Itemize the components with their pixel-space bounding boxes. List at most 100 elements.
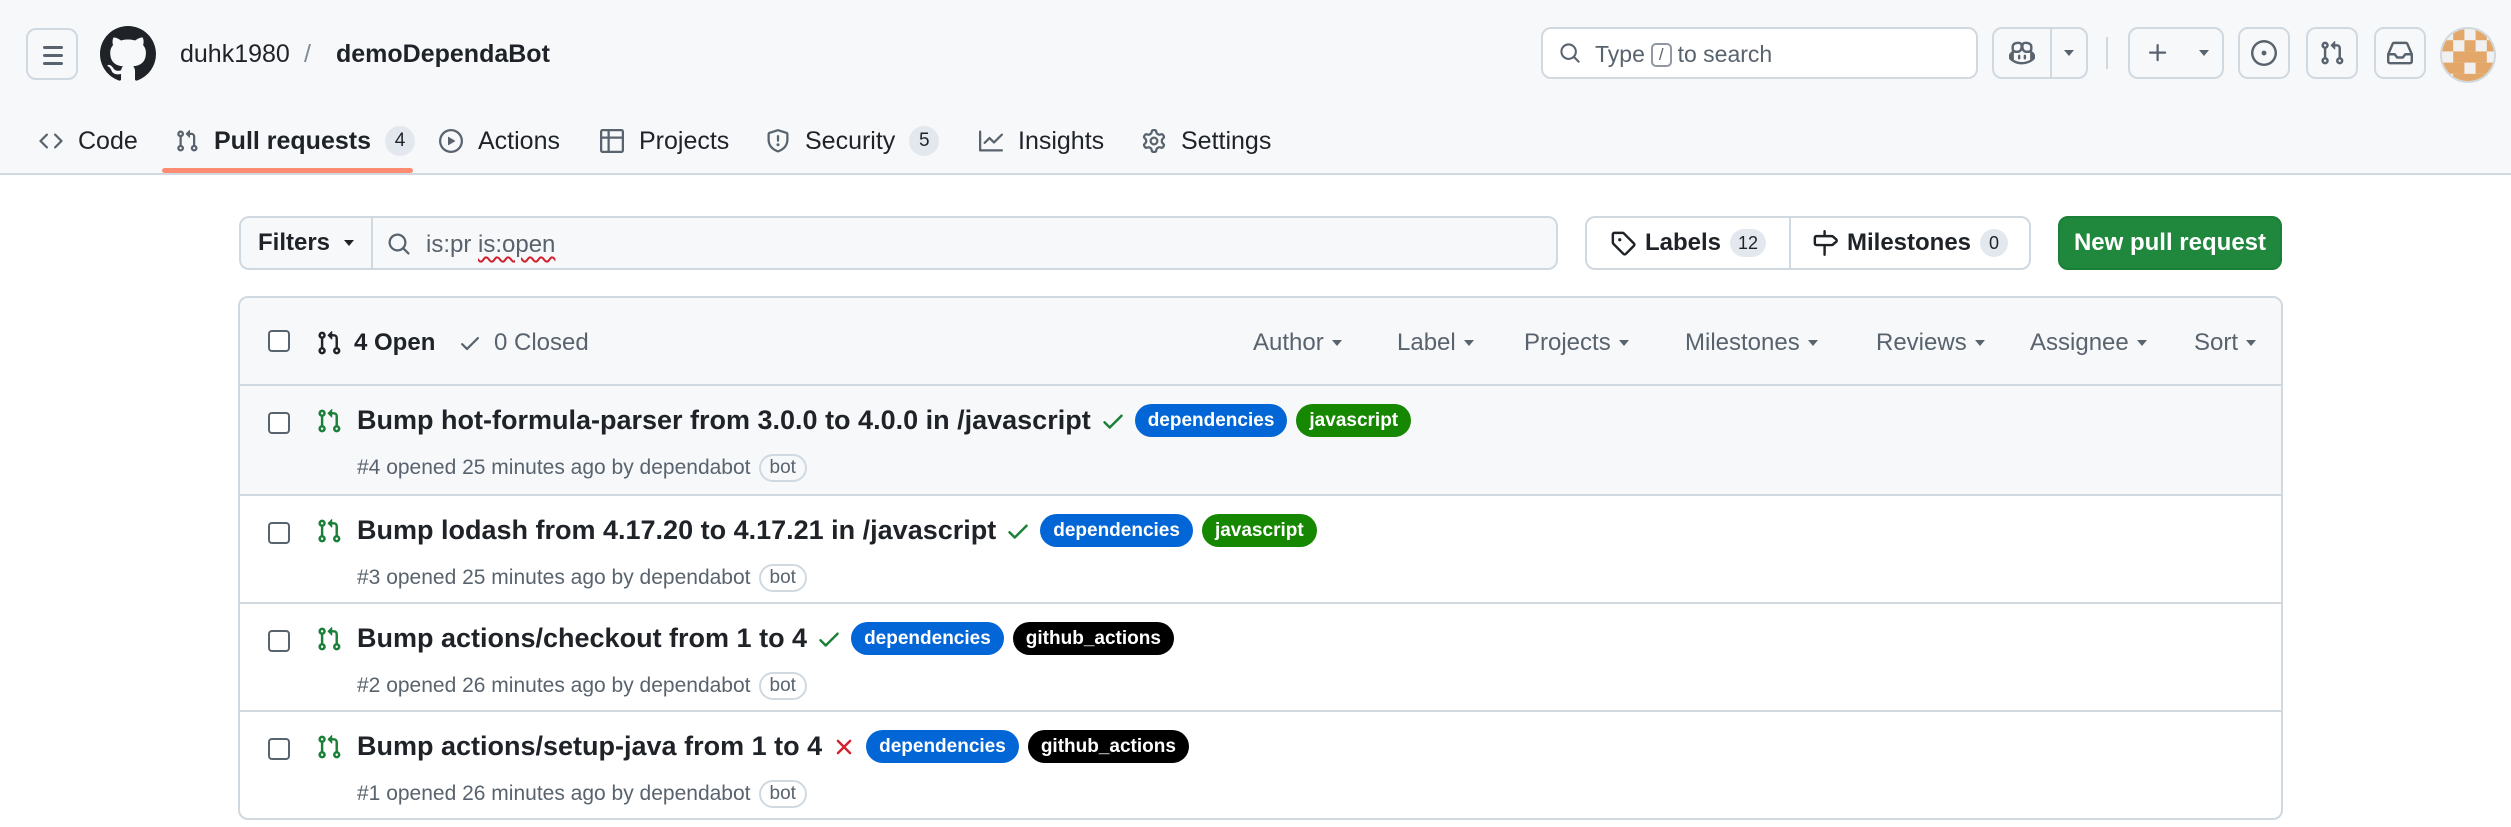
row-checkbox[interactable]	[268, 522, 290, 544]
table-row[interactable]: Bump hot-formula-parser from 3.0.0 to 4.…	[240, 386, 2281, 494]
tab-projects[interactable]: Projects	[599, 110, 729, 172]
owner-link[interactable]: duhk1980	[180, 39, 290, 69]
tab-pull-requests-label: Pull requests	[214, 126, 371, 155]
inbox-button[interactable]	[2374, 27, 2426, 79]
shield-icon	[765, 128, 791, 154]
search-input[interactable]: Type / to search	[1541, 27, 1978, 79]
issues-button[interactable]	[2238, 27, 2290, 79]
search-icon	[1560, 43, 1580, 63]
labels-milestones-group: Labels 12 Milestones 0	[1585, 216, 2031, 270]
search-icon	[388, 233, 410, 255]
create-caret	[2186, 29, 2222, 77]
select-all-checkbox[interactable]	[268, 330, 290, 352]
label-dependencies[interactable]: dependencies	[1040, 514, 1193, 547]
tab-security[interactable]: Security 5	[765, 110, 940, 172]
tab-insights[interactable]: Insights	[978, 110, 1104, 172]
table-row[interactable]: Bump lodash from 4.17.20 to 4.17.21 in /…	[240, 494, 2281, 602]
tab-actions-label: Actions	[478, 126, 560, 155]
assignee-filter-dropdown[interactable]: Assignee	[2030, 329, 2147, 357]
pr-meta-text: #3 opened 25 minutes ago by dependabot	[357, 566, 751, 589]
filter-search-input[interactable]: is:pr is:open	[371, 216, 1558, 270]
git-pull-request-icon	[318, 734, 341, 759]
tag-icon	[1611, 231, 1636, 256]
label-dependencies[interactable]: dependencies	[1134, 404, 1288, 437]
row-checkbox[interactable]	[268, 630, 290, 652]
label-filter-dropdown[interactable]: Label	[1397, 329, 1474, 357]
labels-button[interactable]: Labels 12	[1587, 218, 1789, 268]
row-checkbox[interactable]	[268, 738, 290, 760]
create-plus	[2130, 29, 2186, 77]
git-pull-request-icon	[318, 626, 341, 651]
x-icon[interactable]	[831, 734, 857, 760]
pr-title-line: Bump actions/checkout from 1 to 4 depende…	[357, 622, 1174, 655]
projects-filter-dropdown[interactable]: Projects	[1524, 329, 1629, 357]
git-pull-request-icon	[318, 518, 341, 543]
tab-security-label: Security	[805, 126, 896, 155]
label-github_actions[interactable]: github_actions	[1027, 730, 1189, 763]
label-dependencies[interactable]: dependencies	[866, 730, 1019, 763]
tab-code-label: Code	[78, 126, 138, 155]
chevron-down-icon	[1463, 340, 1474, 346]
search-placeholder: Type / to search	[1595, 41, 1772, 68]
plus-icon	[2149, 44, 2167, 62]
pr-title-link[interactable]: Bump lodash from 4.17.20 to 4.17.21 in /…	[357, 515, 996, 546]
table-row[interactable]: Bump actions/checkout from 1 to 4 depende…	[240, 602, 2281, 710]
pr-title-line: Bump actions/setup-java from 1 to 4 depen…	[357, 730, 1189, 763]
copilot-dropdown-button[interactable]	[2050, 29, 2086, 77]
check-icon[interactable]	[1005, 518, 1031, 544]
pr-title-link[interactable]: Bump actions/setup-java from 1 to 4	[357, 731, 822, 762]
search-prefix: Type	[1595, 41, 1645, 67]
pr-meta: #4 opened 25 minutes ago by dependabot bo…	[357, 454, 807, 482]
check-icon[interactable]	[816, 626, 842, 652]
hamburger-icon	[43, 46, 63, 49]
label-javascript[interactable]: javascript	[1296, 404, 1412, 437]
tab-pull-requests[interactable]: Pull requests 4	[174, 110, 415, 172]
milestones-button[interactable]: Milestones 0	[1789, 218, 2029, 268]
copilot-icon	[2009, 41, 2035, 65]
copilot-button[interactable]	[1994, 29, 2050, 77]
chevron-down-icon	[2246, 340, 2257, 346]
pull-requests-button[interactable]	[2306, 27, 2358, 79]
tab-settings[interactable]: Settings	[1141, 110, 1271, 172]
git-pull-request-icon	[2321, 40, 2344, 65]
menu-button[interactable]	[26, 28, 78, 80]
closed-filter-link[interactable]: 0 Closed	[458, 329, 589, 357]
play-icon	[438, 128, 464, 154]
filters-button[interactable]: Filters	[239, 216, 371, 270]
label-github_actions[interactable]: github_actions	[1012, 622, 1174, 655]
filter-query-spellcheck: is:open	[478, 231, 556, 258]
milestones-filter-dropdown[interactable]: Milestones	[1685, 329, 1818, 357]
filter-query: is:pr is:open	[426, 231, 555, 259]
hamburger-icon-bar	[43, 54, 63, 57]
author-filter-label: Author	[1253, 329, 1324, 356]
row-checkbox[interactable]	[268, 412, 290, 434]
chevron-down-icon	[2136, 340, 2147, 346]
avatar[interactable]	[2440, 27, 2496, 83]
pr-title-link[interactable]: Bump hot-formula-parser from 3.0.0 to 4.…	[357, 405, 1091, 436]
author-filter-dropdown[interactable]: Author	[1253, 329, 1342, 357]
pr-title-link[interactable]: Bump actions/checkout from 1 to 4	[357, 623, 807, 654]
git-pull-request-icon	[318, 408, 341, 433]
open-filter-link[interactable]: 4 Open	[316, 329, 435, 357]
active-tab-indicator	[162, 168, 413, 173]
chevron-down-icon	[344, 240, 355, 246]
label-dependencies[interactable]: dependencies	[851, 622, 1004, 655]
header-divider	[2106, 37, 2108, 69]
sort-label: Sort	[2194, 329, 2239, 356]
pull-request-list: 4 Open 0 Closed Author Label Projects Mi…	[238, 296, 2283, 820]
sort-dropdown[interactable]: Sort	[2194, 329, 2257, 357]
label-javascript[interactable]: javascript	[1201, 514, 1317, 547]
tab-code[interactable]: Code	[38, 110, 138, 172]
create-new-button[interactable]	[2128, 27, 2224, 79]
pull-requests-count-badge: 4	[385, 126, 415, 156]
tab-actions[interactable]: Actions	[438, 110, 560, 172]
git-pull-request-icon	[318, 330, 341, 355]
repo-link[interactable]: demoDependaBot	[336, 39, 550, 69]
github-logo-icon[interactable]	[100, 26, 156, 82]
check-icon[interactable]	[1100, 408, 1126, 434]
table-row[interactable]: Bump actions/setup-java from 1 to 4 depen…	[240, 710, 2281, 818]
reviews-filter-dropdown[interactable]: Reviews	[1876, 329, 1985, 357]
check-icon	[461, 337, 479, 351]
new-pull-request-button[interactable]: New pull request	[2058, 216, 2282, 270]
table-icon	[599, 128, 625, 154]
